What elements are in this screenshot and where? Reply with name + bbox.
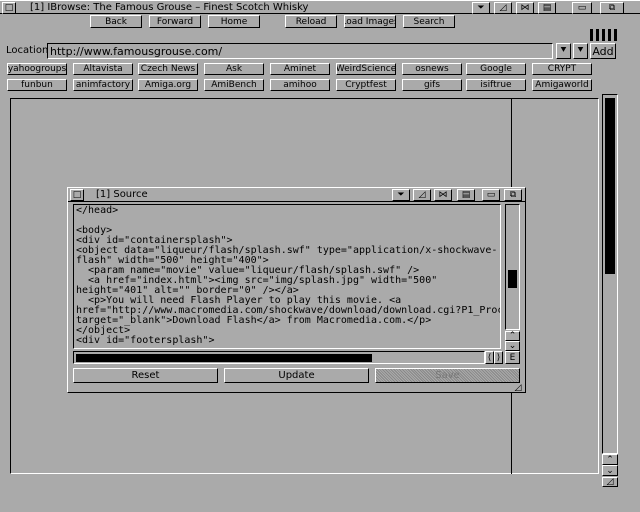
source-scroll-up-icon[interactable]: ⌃ xyxy=(505,331,520,341)
history-dropdown-icon[interactable]: ⯆ xyxy=(556,43,571,59)
source-text-area[interactable]: </head> <body> <div id="containersplash"> <… xyxy=(73,204,501,349)
hotlist-button-crypt[interactable]: CRYPT xyxy=(532,63,592,75)
scroll-down-icon[interactable]: ⌄ xyxy=(602,465,618,476)
forward-button[interactable]: Forward xyxy=(149,15,201,28)
hotlist-button-animfactory[interactable]: animfactory xyxy=(73,79,133,91)
hotlist-button-amihoo[interactable]: amihoo xyxy=(270,79,330,91)
close-gadget-icon[interactable]: □ xyxy=(2,2,16,14)
source-resize-icon[interactable]: ◿ xyxy=(413,189,431,201)
source-scroll-down-icon[interactable]: ⌄ xyxy=(505,341,520,351)
source-scroll-right-icon[interactable]: ⟩ xyxy=(494,351,503,364)
scroll-up-icon[interactable]: ⌃ xyxy=(602,454,618,465)
source-hscrollbar-knob[interactable] xyxy=(76,354,372,362)
url-field[interactable]: http://www.famousgrouse.com/ xyxy=(47,43,553,59)
hotlist-button-czech-news[interactable]: Czech News xyxy=(138,63,198,75)
source-jump-icon[interactable]: ⋈ xyxy=(434,189,452,201)
main-titlebar[interactable]: □ [1] IBrowse: The Famous Grouse – Fines… xyxy=(0,0,640,14)
menu-gadget-icon[interactable]: ▤ xyxy=(538,2,556,14)
depth-gadget-icon[interactable]: ⧉ xyxy=(600,2,624,14)
url-text: http://www.famousgrouse.com/ xyxy=(50,45,223,58)
hotlist-dropdown-icon[interactable]: ⯆ xyxy=(573,43,588,59)
reload-button[interactable]: Reload xyxy=(285,15,337,28)
jump-gadget-icon[interactable]: ⋈ xyxy=(516,2,534,14)
hotlist-button-funbun[interactable]: funbun xyxy=(7,79,67,91)
hotlist-button-isiftrue[interactable]: isiftrue xyxy=(466,79,526,91)
home-button[interactable]: Home xyxy=(208,15,260,28)
load-images-button[interactable]: Load Images xyxy=(344,15,396,28)
hotlist-button-yahoogroups[interactable]: yahoogroups xyxy=(7,63,67,75)
source-edit-icon[interactable]: E xyxy=(505,351,520,364)
source-scrollbar-knob[interactable] xyxy=(508,270,517,288)
hotlist-button-altavista[interactable]: Altavista xyxy=(73,63,133,75)
source-line: </head> xyxy=(76,205,119,216)
hotlist-button-google[interactable]: Google xyxy=(466,63,526,75)
source-zoom-icon[interactable]: ▭ xyxy=(482,189,500,201)
source-line: target="_blank">Download Flash</a> from … xyxy=(76,315,432,326)
source-depth-icon[interactable]: ⧉ xyxy=(504,189,522,201)
source-scroll-left-icon[interactable]: ⟨ xyxy=(485,351,494,364)
back-button[interactable]: Back xyxy=(90,15,142,28)
source-close-icon[interactable]: □ xyxy=(70,189,84,201)
hotlist-button-osnews[interactable]: osnews xyxy=(402,63,462,75)
hotlist-button-amiga-org[interactable]: Amiga.org xyxy=(138,79,198,91)
source-lines: </head> <body> <div id="containersplash"> <… xyxy=(76,205,500,346)
location-label: Location: xyxy=(6,45,52,56)
iconify-gadget-icon[interactable]: ⏷ xyxy=(472,2,490,14)
main-scrollbar-knob[interactable] xyxy=(605,98,615,274)
source-hscrollbar[interactable] xyxy=(73,351,485,364)
add-button[interactable]: Add xyxy=(590,43,616,59)
hotlist-button-cryptfest[interactable]: Cryptfest xyxy=(336,79,396,91)
source-title: [1] Source xyxy=(96,189,148,200)
update-button[interactable]: Update xyxy=(224,368,369,383)
hotlist-button-amigaworld[interactable]: Amigaworld xyxy=(532,79,592,91)
source-line: <div id="footersplash"> xyxy=(76,335,215,346)
window-title: [1] IBrowse: The Famous Grouse – Finest … xyxy=(30,2,309,13)
hotlist-button-gifs[interactable]: gifs xyxy=(402,79,462,91)
hotlist-button-amibench[interactable]: AmiBench xyxy=(204,79,264,91)
reset-button[interactable]: Reset xyxy=(73,368,218,383)
activity-icon xyxy=(590,29,618,41)
source-scrollbar[interactable] xyxy=(505,204,520,330)
source-menu-icon[interactable]: ▤ xyxy=(457,189,475,201)
hotlist-button-aminet[interactable]: Aminet xyxy=(270,63,330,75)
hotlist-button-ask[interactable]: Ask xyxy=(204,63,264,75)
hotlist-button-weirdscience[interactable]: WeirdScience xyxy=(336,63,396,75)
source-window: □ [1] Source ⏷ ◿ ⋈ ▤ ▭ ⧉ </head> <body> <d… xyxy=(67,187,526,393)
resize-gadget-icon[interactable]: ◿ xyxy=(494,2,512,14)
source-line xyxy=(76,216,500,226)
source-titlebar[interactable]: □ [1] Source ⏷ ◿ ⋈ ▤ ▭ ⧉ xyxy=(68,188,525,202)
main-scrollbar[interactable] xyxy=(602,94,618,454)
main-sizing-icon[interactable]: ◿ xyxy=(602,477,618,487)
save-button[interactable]: Save xyxy=(375,368,520,383)
source-iconify-icon[interactable]: ⏷ xyxy=(392,189,410,201)
source-sizing-icon[interactable]: ◿ xyxy=(512,383,524,392)
zoom-gadget-icon[interactable]: ▭ xyxy=(572,2,592,14)
search-button[interactable]: Search xyxy=(403,15,455,28)
